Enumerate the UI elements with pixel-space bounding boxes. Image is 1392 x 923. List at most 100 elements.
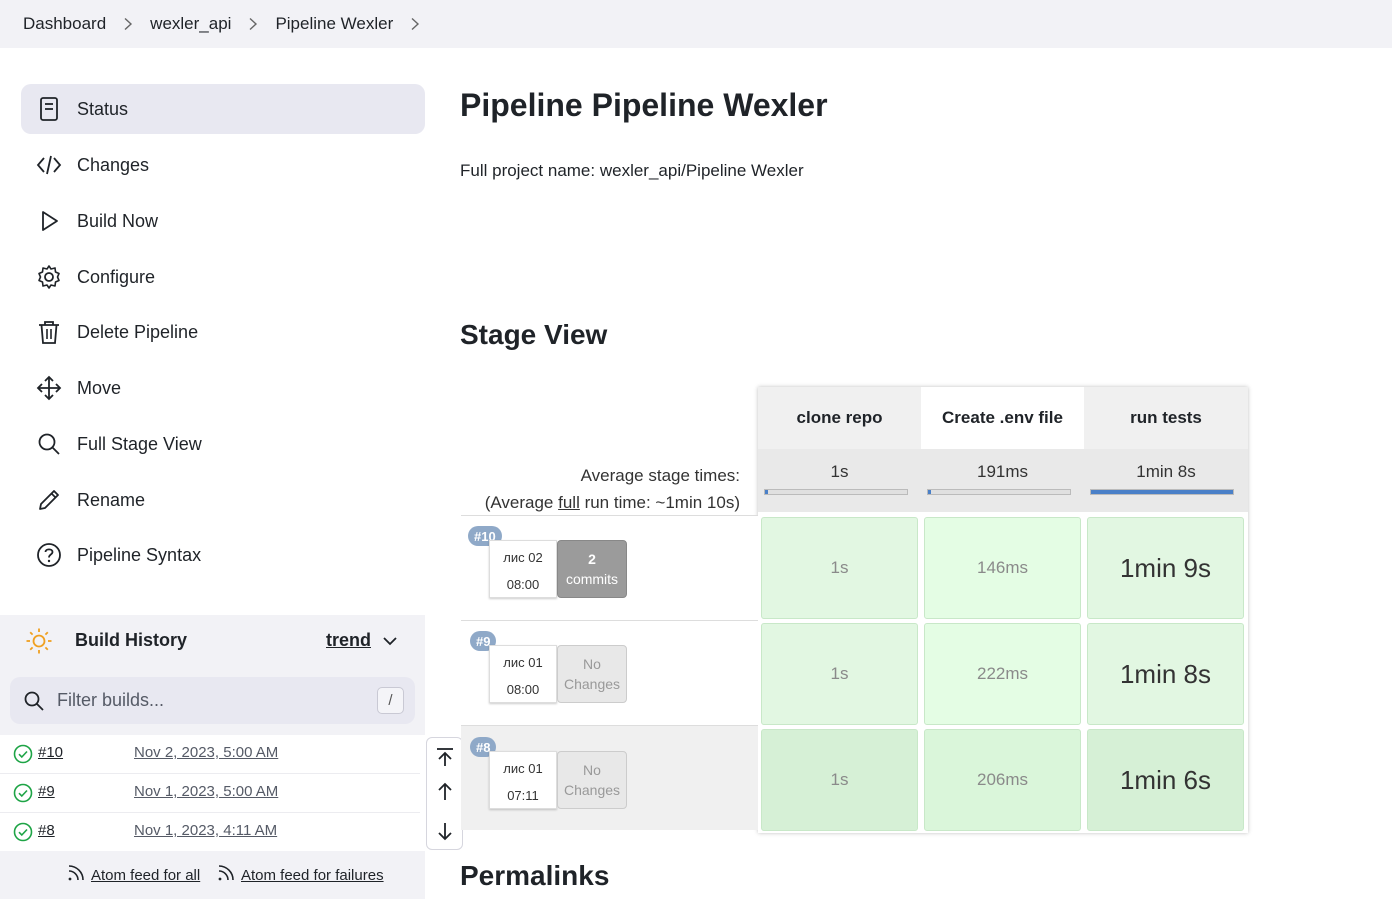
build-row: #8 Nov 1, 2023, 4:11 AM [0, 813, 420, 852]
sidebar-item-label: Delete Pipeline [77, 321, 199, 342]
breadcrumb-dashboard[interactable]: Dashboard [23, 14, 106, 34]
average-stage-times-label: Average stage times: [580, 466, 740, 485]
run-row: #10 лис 02 08:00 2 commits [461, 515, 758, 620]
build-history-title: Build History [75, 630, 188, 650]
page-down-icon[interactable] [434, 820, 456, 842]
build-filter-container: / [0, 667, 425, 735]
chevron-right-icon [243, 14, 263, 34]
build-history-header: Build History trend [0, 615, 425, 667]
stage-cell[interactable]: 1min 9s [1087, 517, 1244, 619]
sidebar-item-rename[interactable]: Rename [21, 475, 425, 525]
breadcrumb-folder[interactable]: wexler_api [150, 14, 231, 34]
sidebar-item-changes[interactable]: Changes [21, 140, 425, 190]
build-number-link[interactable]: #9 [38, 783, 55, 800]
chevron-down-icon[interactable] [380, 631, 400, 651]
pencil-icon [35, 486, 63, 514]
changes-count: No [583, 656, 601, 672]
build-date-link[interactable]: Nov 1, 2023, 4:11 AM [134, 822, 277, 839]
weather-sun-icon [26, 628, 52, 654]
stage-average-time: 1s [830, 462, 849, 481]
stage-cell[interactable]: 206ms [924, 729, 1081, 831]
run-date: лис 01 07:11 [489, 751, 557, 809]
changes-label: Changes [563, 676, 621, 692]
sidebar-item-label: Build Now [77, 210, 159, 231]
trash-icon [35, 318, 63, 346]
run-changes: No Changes [557, 645, 627, 703]
build-row: #10 Nov 2, 2023, 5:00 AM [0, 735, 420, 774]
run-date-time: 08:00 [506, 682, 540, 697]
atom-feed-all-link[interactable]: Atom feed for all [91, 867, 200, 884]
success-check-icon [13, 744, 33, 764]
sidebar-item-status[interactable]: Status [21, 84, 425, 134]
atom-feed-failures-link[interactable]: Atom feed for failures [241, 867, 384, 884]
stage-average-time: 1min 8s [1136, 462, 1196, 481]
stage-average: 1s [758, 449, 921, 512]
breadcrumb-job[interactable]: Pipeline Wexler [275, 14, 393, 34]
stage-cell[interactable]: 1s [761, 517, 918, 619]
build-date-link[interactable]: Nov 1, 2023, 5:00 AM [134, 783, 278, 800]
sidebar-item-label: Rename [77, 489, 146, 510]
chevron-right-icon[interactable] [405, 14, 425, 34]
sidebar-item-build-now[interactable]: Build Now [21, 196, 425, 246]
trend-link[interactable]: trend [326, 630, 371, 651]
stage-cell[interactable]: 1s [761, 623, 918, 725]
page-first-icon[interactable] [434, 746, 456, 768]
build-number-link[interactable]: #10 [38, 744, 63, 761]
stage-average-bar [927, 489, 1071, 495]
rss-icon [218, 865, 234, 881]
sidebar-item-pipeline-syntax[interactable]: Pipeline Syntax [21, 530, 425, 580]
sidebar-item-configure[interactable]: Configure [21, 252, 425, 302]
sidebar-item-full-stage-view[interactable]: Full Stage View [21, 419, 425, 469]
stage-average-time: 191ms [976, 462, 1029, 481]
average-full-run-time-label: (Average full run time: ~1min 10s) [485, 489, 740, 516]
build-row: #9 Nov 1, 2023, 5:00 AM [0, 774, 420, 813]
sidebar-item-move[interactable]: Move [21, 363, 425, 413]
play-icon [35, 207, 63, 235]
build-number-link[interactable]: #8 [38, 822, 55, 839]
stage-header-run-tests: run tests [1084, 387, 1248, 449]
sidebar-item-label: Configure [77, 266, 156, 287]
avg-full-prefix: (Average [484, 493, 559, 512]
filter-builds-input[interactable] [57, 685, 357, 715]
stage-average: 191ms [921, 449, 1084, 512]
build-filter: / [10, 677, 415, 724]
search-icon [35, 430, 63, 458]
rss-icon [68, 865, 84, 881]
stage-header-clone-repo: clone repo [758, 387, 921, 449]
help-icon [35, 541, 63, 569]
stage-cell[interactable]: 1min 6s [1087, 729, 1244, 831]
stage-cell[interactable]: 1min 8s [1087, 623, 1244, 725]
build-date-link[interactable]: Nov 2, 2023, 5:00 AM [134, 744, 278, 761]
full-project-name: Full project name: wexler_api/Pipeline W… [460, 161, 804, 180]
run-date-day: лис 01 [503, 655, 543, 670]
avg-full-link[interactable]: full [558, 493, 580, 512]
run-row: #8 лис 01 07:11 No Changes [461, 725, 758, 830]
run-date-time: 08:00 [506, 577, 540, 592]
stage-average-bar [764, 489, 908, 495]
keyboard-shortcut-hint: / [377, 687, 404, 714]
stage-average-fill [1091, 490, 1233, 494]
success-check-icon [13, 783, 33, 803]
sidebar-item-label: Move [77, 377, 122, 398]
search-icon [24, 691, 44, 711]
stage-average-fill [928, 490, 931, 494]
page-up-icon[interactable] [434, 781, 456, 803]
stage-average: 1min 8s [1084, 449, 1248, 512]
changes-count: No [583, 762, 601, 778]
permalinks-title: Permalinks [460, 860, 610, 891]
document-icon [35, 95, 63, 123]
run-date-day: лис 01 [503, 761, 543, 776]
sidebar-item-label: Changes [77, 154, 150, 175]
run-changes[interactable]: 2 commits [557, 540, 627, 598]
stage-average-fill [765, 490, 768, 494]
run-row: #9 лис 01 08:00 No Changes [461, 620, 758, 725]
stage-cell[interactable]: 146ms [924, 517, 1081, 619]
run-date: лис 02 08:00 [489, 540, 557, 598]
sidebar-item-label: Full Stage View [77, 433, 202, 454]
stage-cell[interactable]: 222ms [924, 623, 1081, 725]
run-changes: No Changes [557, 751, 627, 809]
breadcrumb: Dashboard wexler_api Pipeline Wexler [0, 0, 1392, 48]
stage-cell[interactable]: 1s [761, 729, 918, 831]
run-date-time: 07:11 [507, 788, 539, 803]
sidebar-item-delete-pipeline[interactable]: Delete Pipeline [21, 307, 425, 357]
